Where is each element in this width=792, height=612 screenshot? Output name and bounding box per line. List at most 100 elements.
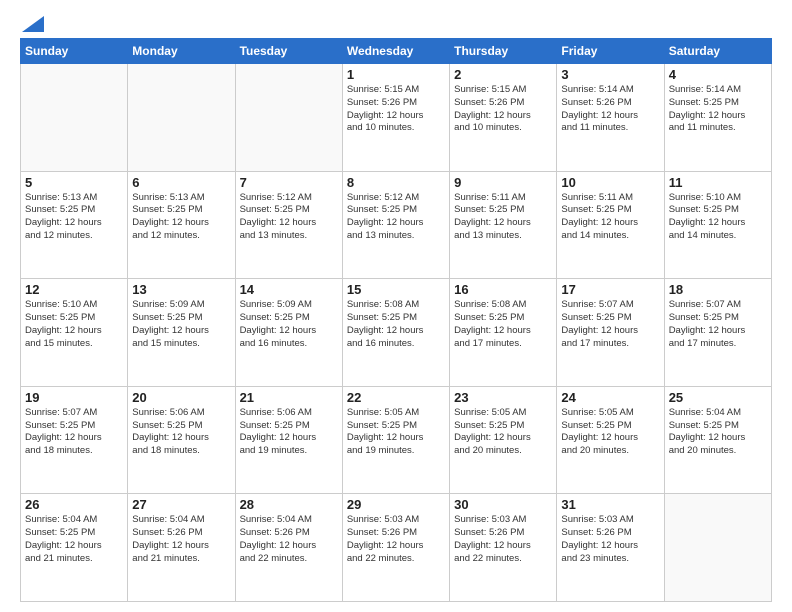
calendar-week-row: 19 Sunrise: 5:07 AM Sunset: 5:25 PM Dayli… — [21, 386, 772, 494]
weekday-header-wednesday: Wednesday — [342, 39, 449, 64]
day-number: 1 — [347, 67, 445, 82]
day-number: 26 — [25, 497, 123, 512]
calendar-cell: 21 Sunrise: 5:06 AM Sunset: 5:25 PM Dayli… — [235, 386, 342, 494]
day-info: Sunrise: 5:12 AM Sunset: 5:25 PM Dayligh… — [240, 192, 338, 243]
calendar-cell — [664, 494, 771, 602]
day-info: Sunrise: 5:08 AM Sunset: 5:25 PM Dayligh… — [347, 299, 445, 350]
day-number: 19 — [25, 390, 123, 405]
weekday-header-saturday: Saturday — [664, 39, 771, 64]
calendar-cell: 18Sunrise: 5:07 AM Sunset: 5:25 PM Dayli… — [664, 279, 771, 387]
day-info: Sunrise: 5:07 AM Sunset: 5:25 PM Dayligh… — [669, 299, 767, 350]
day-info: Sunrise: 5:15 AM Sunset: 5:26 PM Dayligh… — [347, 84, 445, 135]
day-info: Sunrise: 5:11 AM Sunset: 5:25 PM Dayligh… — [561, 192, 659, 243]
day-number: 13 — [132, 282, 230, 297]
day-info: Sunrise: 5:11 AM Sunset: 5:25 PM Dayligh… — [454, 192, 552, 243]
day-info: Sunrise: 5:13 AM Sunset: 5:25 PM Dayligh… — [25, 192, 123, 243]
day-number: 12 — [25, 282, 123, 297]
calendar-body: 1 Sunrise: 5:15 AM Sunset: 5:26 PM Daylig… — [21, 64, 772, 602]
day-number: 20 — [132, 390, 230, 405]
calendar-cell: 6 Sunrise: 5:13 AM Sunset: 5:25 PM Daylig… — [128, 171, 235, 279]
calendar-cell: 10 Sunrise: 5:11 AM Sunset: 5:25 PM Dayli… — [557, 171, 664, 279]
day-number: 7 — [240, 175, 338, 190]
day-number: 11 — [669, 175, 767, 190]
calendar-cell: 29 Sunrise: 5:03 AM Sunset: 5:26 PM Dayli… — [342, 494, 449, 602]
day-info: Sunrise: 5:05 AM Sunset: 5:25 PM Dayligh… — [347, 407, 445, 458]
calendar-cell: 4Sunrise: 5:14 AM Sunset: 5:25 PM Daylig… — [664, 64, 771, 172]
calendar-cell — [21, 64, 128, 172]
day-number: 28 — [240, 497, 338, 512]
calendar-cell: 19 Sunrise: 5:07 AM Sunset: 5:25 PM Dayli… — [21, 386, 128, 494]
day-info: Sunrise: 5:13 AM Sunset: 5:25 PM Dayligh… — [132, 192, 230, 243]
weekday-header-monday: Monday — [128, 39, 235, 64]
day-info: Sunrise: 5:12 AM Sunset: 5:25 PM Dayligh… — [347, 192, 445, 243]
calendar-cell: 9 Sunrise: 5:11 AM Sunset: 5:25 PM Daylig… — [450, 171, 557, 279]
weekday-header-sunday: Sunday — [21, 39, 128, 64]
day-info: Sunrise: 5:08 AM Sunset: 5:25 PM Dayligh… — [454, 299, 552, 350]
weekday-header-tuesday: Tuesday — [235, 39, 342, 64]
calendar-cell — [235, 64, 342, 172]
day-number: 14 — [240, 282, 338, 297]
day-info: Sunrise: 5:14 AM Sunset: 5:26 PM Dayligh… — [561, 84, 659, 135]
header — [20, 18, 772, 28]
calendar-cell: 30Sunrise: 5:03 AM Sunset: 5:26 PM Dayli… — [450, 494, 557, 602]
day-info: Sunrise: 5:06 AM Sunset: 5:25 PM Dayligh… — [240, 407, 338, 458]
day-info: Sunrise: 5:03 AM Sunset: 5:26 PM Dayligh… — [561, 514, 659, 565]
day-number: 21 — [240, 390, 338, 405]
calendar-cell: 5 Sunrise: 5:13 AM Sunset: 5:25 PM Daylig… — [21, 171, 128, 279]
calendar-cell: 13 Sunrise: 5:09 AM Sunset: 5:25 PM Dayli… — [128, 279, 235, 387]
day-info: Sunrise: 5:04 AM Sunset: 5:26 PM Dayligh… — [240, 514, 338, 565]
day-number: 17 — [561, 282, 659, 297]
calendar-cell: 11 Sunrise: 5:10 AM Sunset: 5:25 PM Dayli… — [664, 171, 771, 279]
calendar-week-row: 1 Sunrise: 5:15 AM Sunset: 5:26 PM Daylig… — [21, 64, 772, 172]
day-info: Sunrise: 5:10 AM Sunset: 5:25 PM Dayligh… — [25, 299, 123, 350]
calendar-week-row: 12 Sunrise: 5:10 AM Sunset: 5:25 PM Dayli… — [21, 279, 772, 387]
calendar-cell: 8Sunrise: 5:12 AM Sunset: 5:25 PM Daylig… — [342, 171, 449, 279]
calendar-cell: 7 Sunrise: 5:12 AM Sunset: 5:25 PM Daylig… — [235, 171, 342, 279]
day-number: 10 — [561, 175, 659, 190]
calendar-cell: 26 Sunrise: 5:04 AM Sunset: 5:25 PM Dayli… — [21, 494, 128, 602]
day-info: Sunrise: 5:03 AM Sunset: 5:26 PM Dayligh… — [347, 514, 445, 565]
day-number: 16 — [454, 282, 552, 297]
calendar-cell: 2Sunrise: 5:15 AM Sunset: 5:26 PM Daylig… — [450, 64, 557, 172]
day-number: 6 — [132, 175, 230, 190]
calendar-cell — [128, 64, 235, 172]
calendar-week-row: 26 Sunrise: 5:04 AM Sunset: 5:25 PM Dayli… — [21, 494, 772, 602]
day-info: Sunrise: 5:05 AM Sunset: 5:25 PM Dayligh… — [561, 407, 659, 458]
calendar-cell: 22 Sunrise: 5:05 AM Sunset: 5:25 PM Dayli… — [342, 386, 449, 494]
day-info: Sunrise: 5:07 AM Sunset: 5:25 PM Dayligh… — [25, 407, 123, 458]
calendar-cell: 23 Sunrise: 5:05 AM Sunset: 5:25 PM Dayli… — [450, 386, 557, 494]
logo-icon — [22, 16, 44, 32]
day-info: Sunrise: 5:09 AM Sunset: 5:25 PM Dayligh… — [240, 299, 338, 350]
calendar-cell: 14 Sunrise: 5:09 AM Sunset: 5:25 PM Dayli… — [235, 279, 342, 387]
weekday-header-row: SundayMondayTuesdayWednesdayThursdayFrid… — [21, 39, 772, 64]
day-info: Sunrise: 5:04 AM Sunset: 5:25 PM Dayligh… — [25, 514, 123, 565]
day-number: 23 — [454, 390, 552, 405]
calendar-cell: 3Sunrise: 5:14 AM Sunset: 5:26 PM Daylig… — [557, 64, 664, 172]
weekday-header-thursday: Thursday — [450, 39, 557, 64]
calendar-table: SundayMondayTuesdayWednesdayThursdayFrid… — [20, 38, 772, 602]
day-info: Sunrise: 5:04 AM Sunset: 5:26 PM Dayligh… — [132, 514, 230, 565]
calendar-week-row: 5 Sunrise: 5:13 AM Sunset: 5:25 PM Daylig… — [21, 171, 772, 279]
day-info: Sunrise: 5:10 AM Sunset: 5:25 PM Dayligh… — [669, 192, 767, 243]
calendar-cell: 20Sunrise: 5:06 AM Sunset: 5:25 PM Dayli… — [128, 386, 235, 494]
day-number: 24 — [561, 390, 659, 405]
day-number: 9 — [454, 175, 552, 190]
calendar-cell: 16 Sunrise: 5:08 AM Sunset: 5:25 PM Dayli… — [450, 279, 557, 387]
calendar-cell: 12 Sunrise: 5:10 AM Sunset: 5:25 PM Dayli… — [21, 279, 128, 387]
day-number: 30 — [454, 497, 552, 512]
calendar-cell: 24 Sunrise: 5:05 AM Sunset: 5:25 PM Dayli… — [557, 386, 664, 494]
day-number: 29 — [347, 497, 445, 512]
page: SundayMondayTuesdayWednesdayThursdayFrid… — [0, 0, 792, 612]
calendar-cell: 31Sunrise: 5:03 AM Sunset: 5:26 PM Dayli… — [557, 494, 664, 602]
day-info: Sunrise: 5:05 AM Sunset: 5:25 PM Dayligh… — [454, 407, 552, 458]
day-info: Sunrise: 5:04 AM Sunset: 5:25 PM Dayligh… — [669, 407, 767, 458]
day-info: Sunrise: 5:14 AM Sunset: 5:25 PM Dayligh… — [669, 84, 767, 135]
logo — [20, 18, 44, 28]
day-number: 5 — [25, 175, 123, 190]
day-info: Sunrise: 5:09 AM Sunset: 5:25 PM Dayligh… — [132, 299, 230, 350]
calendar-cell: 25Sunrise: 5:04 AM Sunset: 5:25 PM Dayli… — [664, 386, 771, 494]
calendar-cell: 1 Sunrise: 5:15 AM Sunset: 5:26 PM Daylig… — [342, 64, 449, 172]
day-info: Sunrise: 5:07 AM Sunset: 5:25 PM Dayligh… — [561, 299, 659, 350]
weekday-header-friday: Friday — [557, 39, 664, 64]
day-number: 22 — [347, 390, 445, 405]
